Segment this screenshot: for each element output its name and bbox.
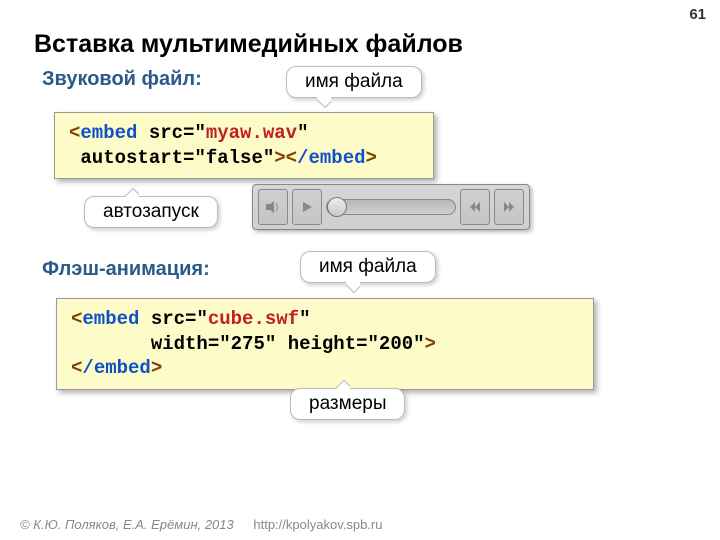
next-button[interactable] [494, 189, 524, 225]
code-token: > [274, 147, 285, 169]
code-token: " [194, 147, 205, 169]
code-token: " [263, 147, 274, 169]
callout-text: имя файла [305, 71, 403, 92]
code-token: " [265, 333, 276, 355]
code-token: embed [308, 147, 365, 169]
code-token: src= [151, 308, 197, 330]
code-token: " [219, 333, 230, 355]
section-sound: Звуковой файл: [42, 68, 202, 91]
callout-text: автозапуск [103, 201, 199, 222]
code-token [69, 147, 80, 169]
code-token [276, 333, 287, 355]
code-token: myaw.wav [206, 122, 297, 144]
play-button[interactable] [292, 189, 322, 225]
callout-autostart: автозапуск [84, 196, 218, 228]
code-token: width= [151, 333, 219, 355]
mute-button[interactable] [258, 189, 288, 225]
callout-size: размеры [290, 388, 405, 420]
code-token: false [206, 147, 263, 169]
code-token: 275 [231, 333, 265, 355]
callout-tail [346, 282, 360, 294]
code-token: " [194, 122, 205, 144]
code-token: > [151, 357, 162, 379]
code-token: height= [288, 333, 368, 355]
footer-copyright: © К.Ю. Поляков, Е.А. Ерёмин, 2013 [20, 517, 234, 532]
code-token: embed [80, 122, 137, 144]
code-token: < [71, 357, 82, 379]
prev-button[interactable] [460, 189, 490, 225]
code-token [137, 122, 148, 144]
code-token: > [425, 333, 436, 355]
callout-text: размеры [309, 393, 386, 414]
code-token: " [368, 333, 379, 355]
callout-text: имя файла [319, 256, 417, 277]
callout-filename-2: имя файла [300, 251, 436, 283]
code-block-flash: <embed src="cube.swf" width="275" height… [56, 298, 594, 390]
code-token: embed [82, 308, 139, 330]
progress-track[interactable] [326, 199, 456, 215]
code-token: > [366, 147, 377, 169]
callout-filename-1: имя файла [286, 66, 422, 98]
code-token: " [299, 308, 310, 330]
code-token: / [297, 147, 308, 169]
code-token: " [297, 122, 308, 144]
code-token: < [69, 122, 80, 144]
code-token: < [71, 308, 82, 330]
code-token: " [413, 333, 424, 355]
code-token: autostart= [80, 147, 194, 169]
code-token: embed [94, 357, 151, 379]
footer: © К.Ю. Поляков, Е.А. Ерёмин, 2013 http:/… [20, 517, 382, 532]
code-token: " [196, 308, 207, 330]
code-block-sound: <embed src="myaw.wav" autostart="false">… [54, 112, 434, 179]
progress-thumb[interactable] [327, 197, 347, 217]
code-token [139, 308, 150, 330]
callout-tail [317, 97, 331, 109]
code-token: src= [149, 122, 195, 144]
code-token: < [286, 147, 297, 169]
callout-tail [125, 185, 139, 197]
callout-tail [336, 377, 350, 389]
audio-player [252, 184, 530, 230]
slide-number: 61 [689, 6, 706, 23]
footer-url: http://kpolyakov.spb.ru [253, 517, 382, 532]
page-title: Вставка мультимедийных файлов [34, 30, 463, 59]
code-token: cube.swf [208, 308, 299, 330]
code-token [71, 333, 151, 355]
section-flash: Флэш-анимация: [42, 258, 210, 281]
code-token: / [82, 357, 93, 379]
code-token: 200 [379, 333, 413, 355]
